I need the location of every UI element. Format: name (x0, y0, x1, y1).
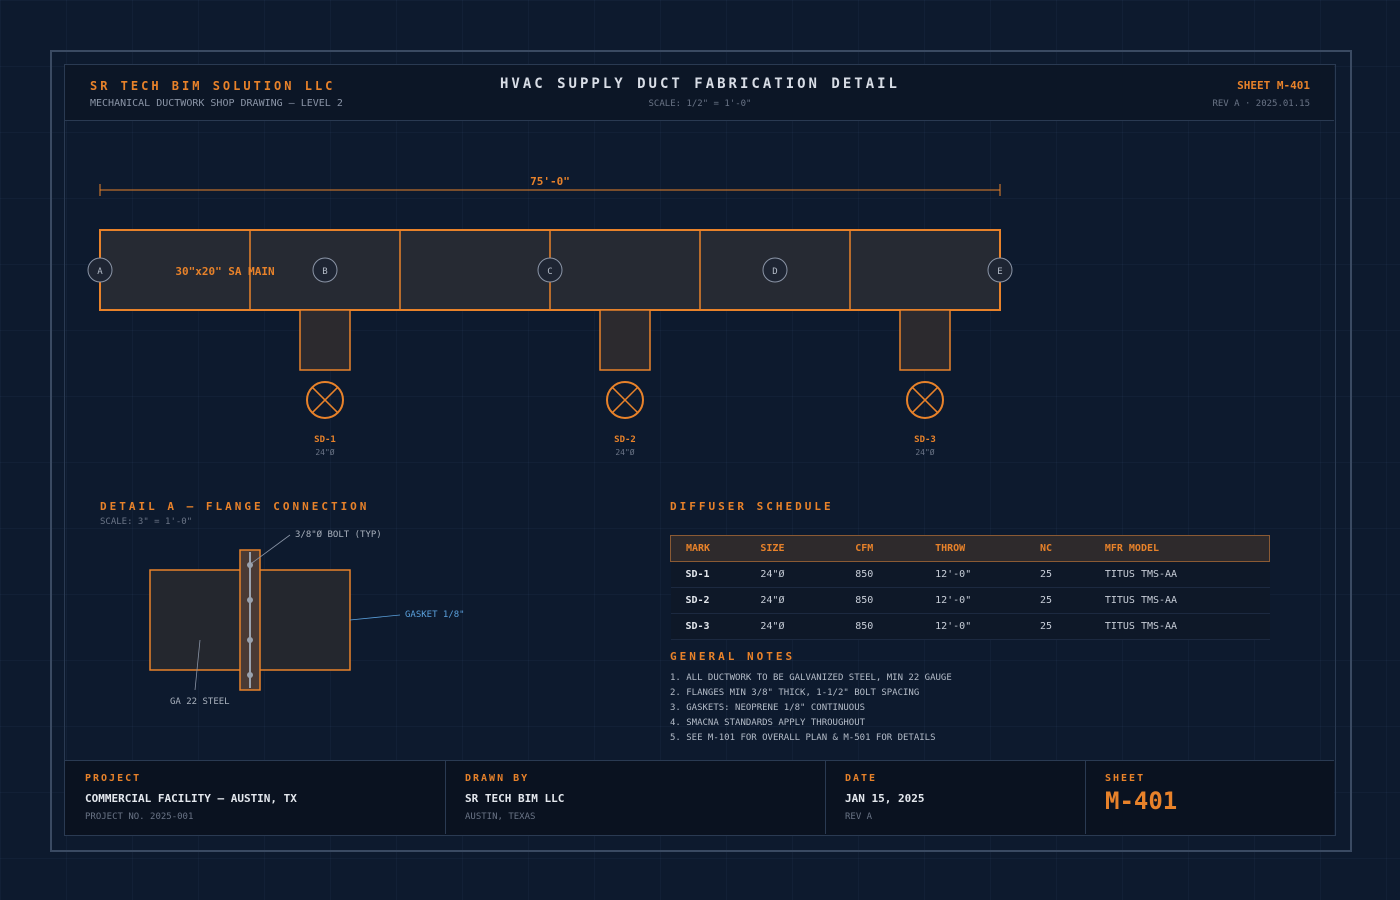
grid-marker-d: D (762, 257, 788, 283)
table-cell: SD-2 (670, 587, 746, 614)
table-row: SD-2 24"Ø 850 12'-0" 25 TITUS TMS-AA (670, 587, 1270, 614)
drawn-by-value: SR TECH BIM LLC (465, 792, 565, 805)
table-cell: 25 (1024, 561, 1090, 588)
table-cell: 24"Ø (745, 613, 841, 640)
diffuser-schedule-table: MARK SIZE CFM THROW NC MFR MODEL SD-1 24… (670, 535, 1270, 640)
table-cell: 12'-0" (920, 561, 1025, 588)
table-cell: 12'-0" (920, 613, 1025, 640)
column-header: MARK (670, 535, 746, 562)
column-header: SIZE (745, 535, 841, 562)
svg-text:E: E (997, 267, 1002, 277)
duct-size-label: 30"x20" SA MAIN (175, 265, 274, 278)
svg-text:24"Ø: 24"Ø (315, 447, 334, 457)
title-block-divider (445, 760, 446, 834)
svg-text:SD-3: SD-3 (914, 435, 936, 445)
detail-scale: SCALE: 3" = 1'-0" (100, 517, 193, 527)
table-cell: SD-1 (670, 561, 746, 588)
project-label: PROJECT (85, 773, 142, 784)
svg-text:SD-2: SD-2 (614, 435, 636, 445)
note-item: 4. SMACNA STANDARDS APPLY THROUGHOUT (670, 718, 866, 728)
svg-text:C: C (547, 267, 552, 277)
schedule-title: DIFFUSER SCHEDULE (670, 500, 834, 513)
table-cell: 25 (1024, 613, 1090, 640)
grid-marker-e: E (987, 257, 1013, 283)
date-label: DATE (845, 773, 878, 784)
column-header: NC (1024, 535, 1090, 562)
table-cell: 12'-0" (920, 587, 1025, 614)
column-header: THROW (920, 535, 1025, 562)
general-notes-list: 1. ALL DUCTWORK TO BE GALVANIZED STEEL, … (670, 671, 952, 746)
steel-callout: GA 22 STEEL (170, 697, 230, 707)
table-row: SD-3 24"Ø 850 12'-0" 25 TITUS TMS-AA (670, 613, 1270, 640)
bolt-callout: 3/8"Ø BOLT (TYP) (295, 530, 382, 540)
dimension-label: 75'-0" (530, 175, 570, 188)
table-cell: TITUS TMS-AA (1089, 561, 1270, 588)
note-item: 1. ALL DUCTWORK TO BE GALVANIZED STEEL, … (670, 673, 952, 683)
table-cell: 850 (840, 587, 921, 614)
column-header: CFM (840, 535, 921, 562)
table-cell: 25 (1024, 587, 1090, 614)
detail-title: DETAIL A — FLANGE CONNECTION (100, 500, 370, 513)
diffuser-sd-2: SD-2 24"Ø (599, 309, 651, 457)
grid-marker-b: B (312, 257, 338, 283)
date-value: JAN 15, 2025 (845, 792, 925, 805)
overall-dimension: 75'-0" (99, 175, 1001, 196)
table-cell: 24"Ø (745, 561, 841, 588)
project-number: PROJECT NO. 2025-001 (85, 812, 194, 822)
project-value: COMMERCIAL FACILITY — AUSTIN, TX (85, 792, 297, 805)
table-cell: 850 (840, 561, 921, 588)
flange-detail (149, 534, 401, 691)
note-item: 2. FLANGES MIN 3/8" THICK, 1-1/2" BOLT S… (670, 688, 920, 698)
drawn-by-location: AUSTIN, TEXAS (465, 812, 536, 822)
title-block-divider (825, 760, 826, 834)
svg-text:24"Ø: 24"Ø (615, 447, 634, 457)
gasket-callout: GASKET 1/8" (405, 610, 465, 620)
svg-text:D: D (772, 267, 777, 277)
date-revision: REV A (845, 812, 873, 822)
sheet-value: M-401 (1105, 787, 1178, 815)
grid-marker-c: C (537, 257, 563, 283)
svg-text:B: B (322, 267, 327, 277)
table-cell: TITUS TMS-AA (1089, 613, 1270, 640)
table-cell: SD-3 (670, 613, 746, 640)
diffuser-sd-1: SD-1 24"Ø (299, 309, 351, 457)
note-item: 5. SEE M-101 FOR OVERALL PLAN & M-501 FO… (670, 733, 936, 743)
table-header-row: MARK SIZE CFM THROW NC MFR MODEL (670, 535, 1270, 562)
svg-text:A: A (97, 267, 103, 277)
note-item: 3. GASKETS: NEOPRENE 1/8" CONTINUOUS (670, 703, 866, 713)
diffuser-sd-3: SD-3 24"Ø (899, 309, 951, 457)
drawn-by-label: DRAWN BY (465, 773, 530, 784)
table-row: SD-1 24"Ø 850 12'-0" 25 TITUS TMS-AA (670, 561, 1270, 588)
table-cell: 24"Ø (745, 587, 841, 614)
grid-marker-a: A (87, 257, 113, 283)
title-block-divider (1085, 760, 1086, 834)
column-header: MFR MODEL (1089, 535, 1270, 562)
svg-text:24"Ø: 24"Ø (915, 447, 934, 457)
table-cell: 850 (840, 613, 921, 640)
table-cell: TITUS TMS-AA (1089, 587, 1270, 614)
svg-text:SD-1: SD-1 (314, 435, 336, 445)
notes-title: GENERAL NOTES (670, 650, 796, 663)
sheet-label: SHEET (1105, 773, 1146, 784)
